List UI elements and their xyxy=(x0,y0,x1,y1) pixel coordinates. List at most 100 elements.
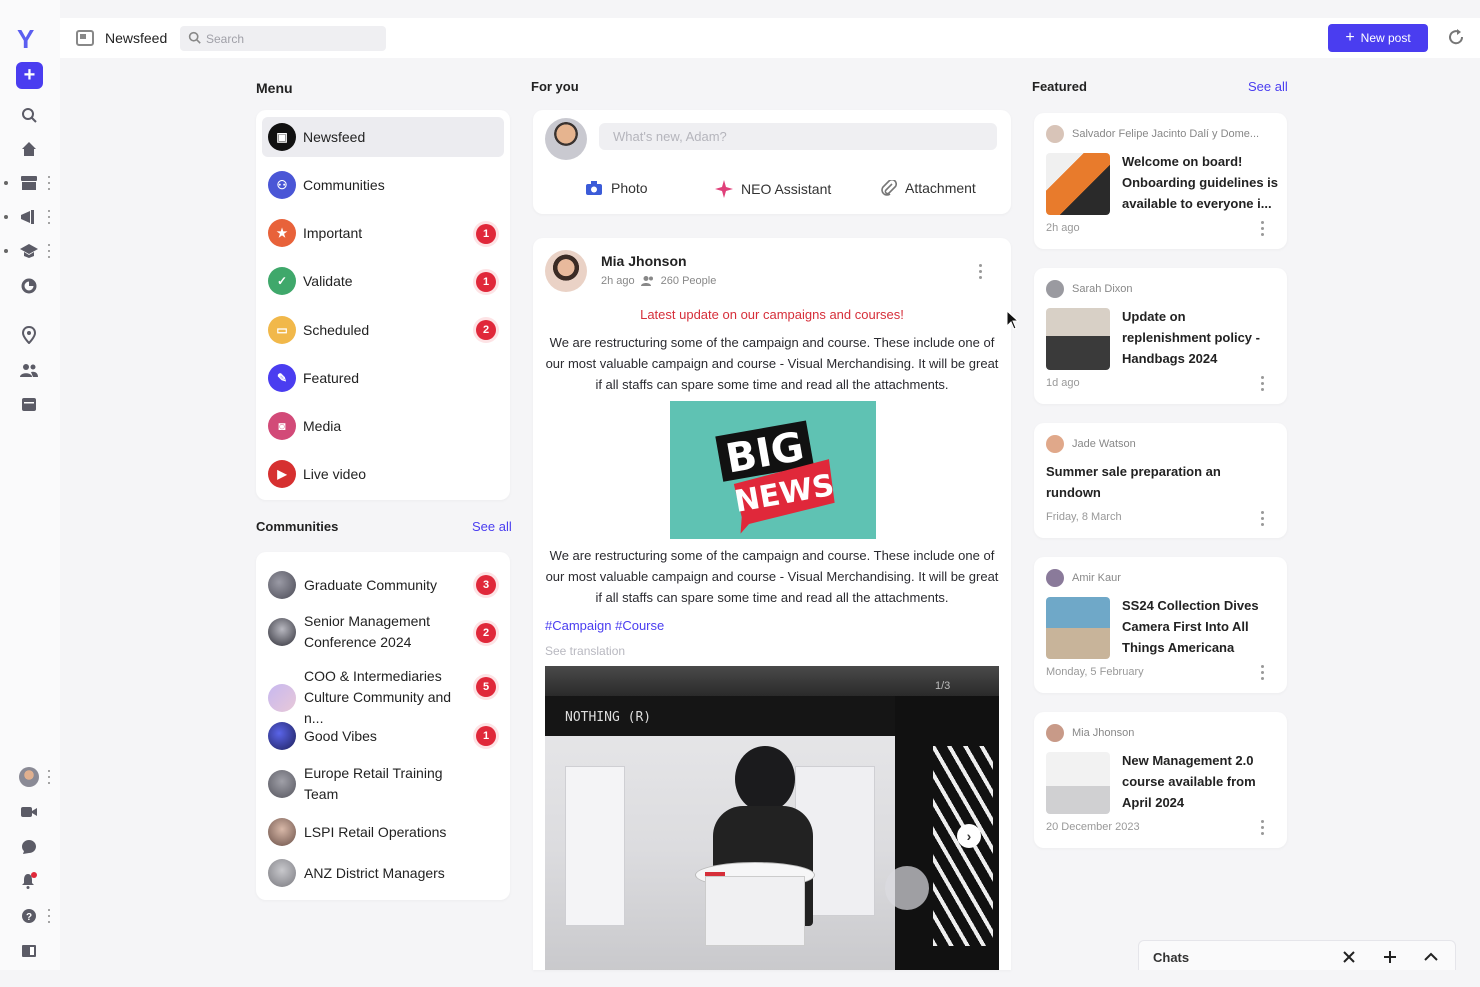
community-item[interactable]: LSPI Retail Operations xyxy=(268,818,500,846)
composer-input[interactable] xyxy=(599,123,997,150)
featured-more-icon[interactable] xyxy=(1261,511,1265,526)
avatar[interactable] xyxy=(545,118,587,160)
post-body: We are restructuring some of the campaig… xyxy=(545,335,999,392)
top-bar: Newsfeed + New post xyxy=(60,18,1480,58)
avatar xyxy=(268,683,296,712)
people-icon xyxy=(640,276,653,286)
create-button[interactable]: + xyxy=(16,62,43,89)
app-logo[interactable]: Y xyxy=(17,24,34,55)
featured-card[interactable]: Jade Watson Summer sale preparation an r… xyxy=(1034,423,1287,538)
featured-card[interactable]: Amir Kaur SS24 Collection Dives Camera F… xyxy=(1034,557,1287,693)
community-item[interactable]: ANZ District Managers xyxy=(268,859,500,887)
featured-card[interactable]: Sarah Dixon Update on replenishment poli… xyxy=(1034,268,1287,404)
post-author[interactable]: Mia Jhonson xyxy=(601,253,687,269)
bell-icon[interactable] xyxy=(18,870,40,892)
new-post-button[interactable]: + New post xyxy=(1328,24,1428,52)
help-more-icon[interactable] xyxy=(46,909,52,923)
avatar[interactable] xyxy=(18,766,40,788)
refresh-icon[interactable] xyxy=(1447,28,1465,46)
avatar xyxy=(1046,280,1064,298)
featured-title-text: Update on replenishment policy - Handbag… xyxy=(1122,309,1260,366)
featured-author: Salvador Felipe Jacinto Dalí y Dome... xyxy=(1072,128,1260,140)
sparkle-icon xyxy=(715,180,733,198)
featured-title-text: Summer sale preparation an rundown xyxy=(1046,464,1221,500)
menu-item-scheduled[interactable]: ▭ Scheduled xyxy=(262,310,504,350)
big-news-image[interactable]: BIG NEWS xyxy=(670,401,876,539)
megaphone-more-icon[interactable] xyxy=(46,210,52,224)
people-icon[interactable] xyxy=(18,359,40,381)
close-icon[interactable] xyxy=(1343,951,1355,963)
feed-title: For you xyxy=(531,79,579,94)
pin-icon: ✎ xyxy=(268,364,296,392)
chats-panel[interactable]: Chats xyxy=(1138,940,1456,970)
menu-item-validate[interactable]: ✓ Validate xyxy=(262,261,504,301)
new-post-label: New post xyxy=(1360,31,1411,45)
carousel-next-icon[interactable]: › xyxy=(957,824,981,848)
attachment-button[interactable]: Attachment xyxy=(881,180,976,196)
newsfeed-icon: ▣ xyxy=(268,123,296,151)
calendar-icon[interactable] xyxy=(18,393,40,415)
location-pin-icon[interactable] xyxy=(18,324,40,346)
page-title: Newsfeed xyxy=(105,30,168,46)
featured-more-icon[interactable] xyxy=(1261,376,1265,391)
star-icon: ★ xyxy=(268,219,296,247)
featured-more-icon[interactable] xyxy=(1261,665,1265,680)
menu-item-featured[interactable]: ✎ Featured xyxy=(262,358,504,398)
see-translation-link[interactable]: See translation xyxy=(545,644,625,658)
cap-more-icon[interactable] xyxy=(46,244,52,258)
menu-item-important[interactable]: ★ Important xyxy=(262,213,504,253)
community-item[interactable]: Good Vibes xyxy=(268,722,500,750)
post-more-icon[interactable] xyxy=(979,264,983,279)
avatar xyxy=(268,618,296,646)
paperclip-icon xyxy=(881,180,897,196)
community-item[interactable]: Senior Management Conference 2024 xyxy=(268,611,500,653)
menu-title: Menu xyxy=(256,80,293,96)
search-input[interactable] xyxy=(206,30,376,47)
featured-card[interactable]: Mia Jhonson New Management 2.0 course av… xyxy=(1034,712,1287,848)
featured-title-text: New Management 2.0 course available from… xyxy=(1122,753,1256,810)
validate-badge: 1 xyxy=(476,272,496,292)
featured-date: Monday, 5 February xyxy=(1046,666,1144,678)
menu-item-live-video[interactable]: ▶ Live video xyxy=(262,454,504,494)
featured-author: Amir Kaur xyxy=(1072,572,1121,584)
featured-see-all-link[interactable]: See all xyxy=(1248,79,1288,94)
analytics-icon[interactable] xyxy=(18,275,40,297)
chevron-up-icon[interactable] xyxy=(1424,952,1438,962)
community-item[interactable]: COO & Intermediaries Culture Community a… xyxy=(268,666,500,729)
featured-more-icon[interactable] xyxy=(1261,221,1265,236)
drag-handle[interactable] xyxy=(885,866,929,910)
community-item[interactable]: Graduate Community xyxy=(268,571,500,599)
collapse-sidebar-icon[interactable] xyxy=(18,940,40,962)
graduation-cap-icon[interactable] xyxy=(18,240,40,262)
home-icon[interactable] xyxy=(18,138,40,160)
communities-title: Communities xyxy=(256,519,339,534)
communities-see-all-link[interactable]: See all xyxy=(472,519,512,534)
calendar-icon: ▭ xyxy=(268,316,296,344)
featured-date: 20 December 2023 xyxy=(1046,821,1140,833)
menu-item-newsfeed[interactable]: ▣ Newsfeed xyxy=(262,117,504,157)
menu-item-media[interactable]: ◙ Media xyxy=(262,406,504,446)
avatar xyxy=(268,770,296,798)
chat-bubble-icon[interactable] xyxy=(18,836,40,858)
help-icon[interactable]: ? xyxy=(18,905,40,927)
search-box[interactable] xyxy=(180,26,386,51)
menu-item-communities[interactable]: ⚇ Communities xyxy=(262,165,504,205)
post-hashtags[interactable]: #Campaign #Course xyxy=(545,618,664,633)
neo-assistant-button[interactable]: NEO Assistant xyxy=(715,180,831,198)
profile-more-icon[interactable] xyxy=(46,770,52,784)
featured-more-icon[interactable] xyxy=(1261,820,1265,835)
post-time: 2h ago xyxy=(601,275,635,287)
store-icon[interactable] xyxy=(18,172,40,194)
post-photo[interactable]: NOTHING (R) 1/3 › xyxy=(545,666,999,970)
featured-card[interactable]: Salvador Felipe Jacinto Dalí y Dome... W… xyxy=(1034,113,1287,249)
photo-button[interactable]: Photo xyxy=(585,180,648,196)
community-item[interactable]: Europe Retail Training Team xyxy=(268,763,500,805)
avatar[interactable] xyxy=(545,250,587,292)
left-rail: Y + ? xyxy=(0,0,60,970)
megaphone-icon[interactable] xyxy=(18,206,40,228)
post-audience: 260 People xyxy=(660,275,717,287)
search-icon[interactable] xyxy=(18,104,40,126)
store-more-icon[interactable] xyxy=(46,176,52,190)
plus-icon[interactable] xyxy=(1383,950,1397,964)
video-camera-icon[interactable] xyxy=(18,801,40,823)
